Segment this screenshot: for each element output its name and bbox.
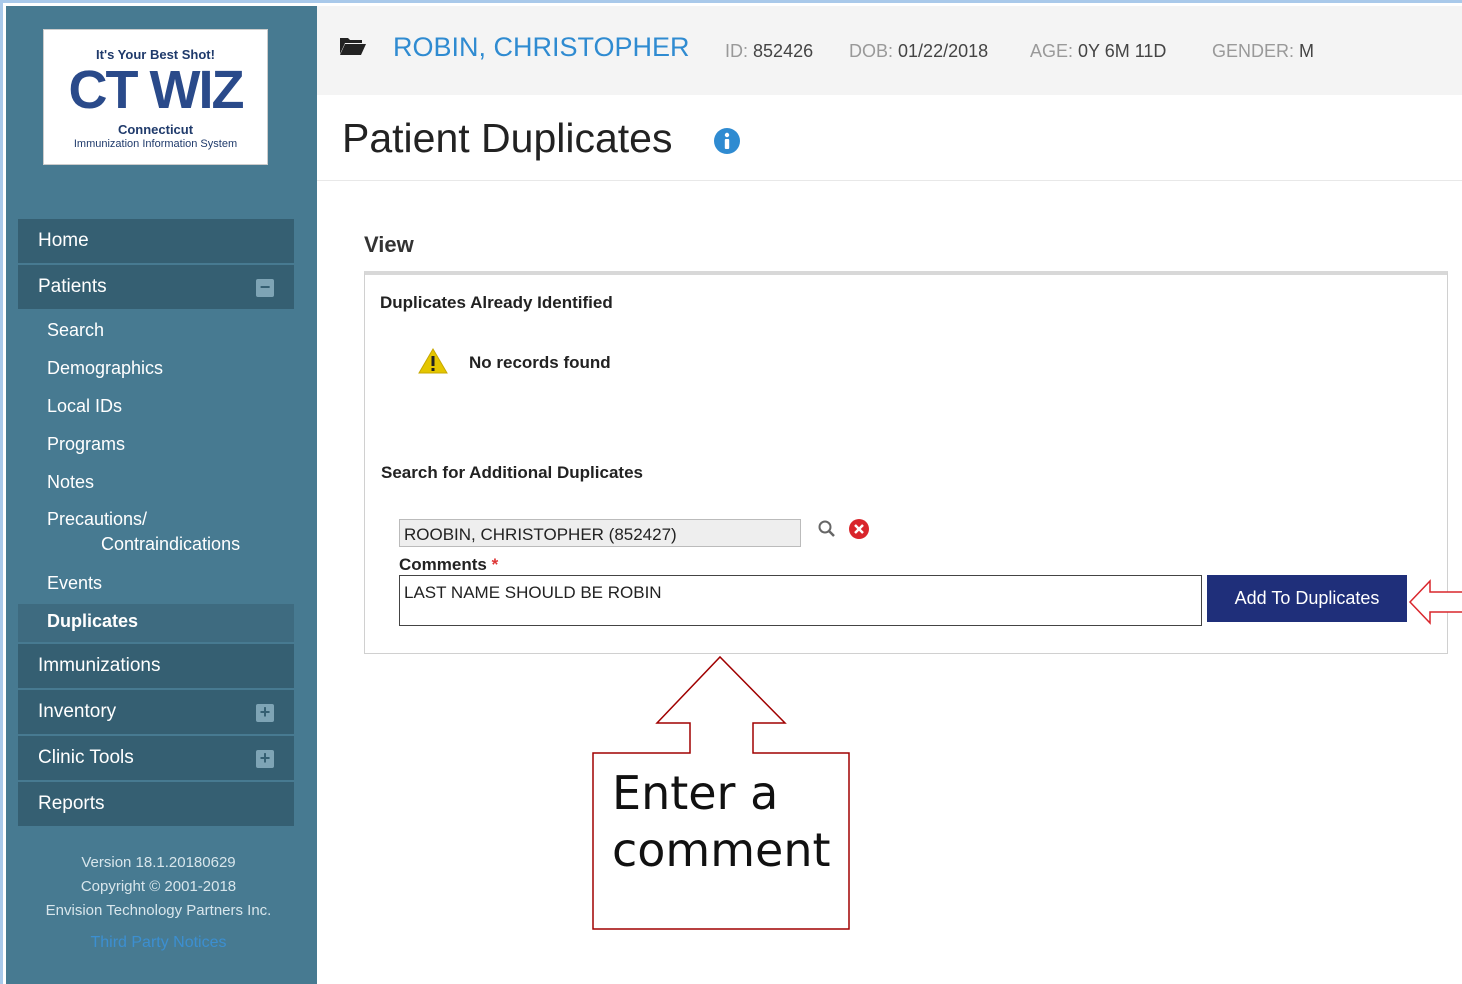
nav-clinic-tools-label: Clinic Tools — [38, 747, 134, 768]
divider — [317, 180, 1462, 181]
annotation-line1: Enter a — [612, 766, 779, 820]
nav-patients-label: Patients — [38, 276, 107, 297]
nav-immunizations[interactable]: Immunizations — [18, 644, 294, 690]
view-label: View — [364, 232, 414, 257]
add-to-duplicates-button[interactable]: Add To Duplicates — [1207, 575, 1407, 622]
version-text: Version 18.1.20180629 — [81, 854, 236, 871]
required-mark: * — [491, 555, 499, 574]
logo-state: Connecticut — [117, 122, 194, 137]
id-label: ID: — [725, 41, 749, 61]
nav-clinic-tools[interactable]: Clinic Tools + — [18, 736, 294, 782]
search-icon[interactable] — [817, 519, 837, 544]
main-nav: Home Patients − Search Demographics Loca… — [18, 219, 294, 828]
duplicates-identified-heading: Duplicates Already Identified — [380, 293, 613, 312]
folder-open-icon — [339, 36, 367, 61]
nav-precautions[interactable]: Precautions/ Contraindications — [18, 503, 294, 566]
nav-precautions-line1: Precautions/ — [47, 509, 148, 529]
patient-gender: GENDER: M — [1212, 41, 1314, 62]
nav-home[interactable]: Home — [18, 219, 294, 265]
dob-value: 01/22/2018 — [898, 41, 989, 61]
comments-field[interactable]: LAST NAME SHOULD BE ROBIN — [399, 575, 1202, 626]
nav-precautions-line2: Contraindications — [101, 534, 241, 554]
patient-age: AGE: 0Y 6M 11D — [1030, 41, 1166, 62]
copyright-text: Copyright © 2001-2018 — [80, 878, 237, 895]
company-text: Envision Technology Partners Inc. — [45, 902, 272, 919]
ctwiz-logo[interactable]: It's Your Best Shot! CT WIZ Connecticut … — [43, 29, 268, 165]
nav-notes[interactable]: Notes — [18, 465, 294, 503]
nav-reports[interactable]: Reports — [18, 782, 294, 828]
annotation-text: Enter a comment — [612, 765, 831, 879]
nav-inventory-label: Inventory — [38, 701, 117, 722]
id-value: 852426 — [753, 41, 814, 61]
nav-demographics[interactable]: Demographics — [18, 351, 294, 389]
info-icon[interactable] — [713, 127, 741, 160]
expand-icon[interactable]: + — [256, 703, 274, 722]
collapse-icon[interactable]: − — [256, 278, 274, 297]
nav-duplicates[interactable]: Duplicates — [18, 604, 294, 642]
nav-search[interactable]: Search — [18, 313, 294, 351]
comments-label-text: Comments — [399, 555, 487, 574]
sidebar: It's Your Best Shot! CT WIZ Connecticut … — [6, 6, 317, 984]
nav-local-ids[interactable]: Local IDs — [18, 389, 294, 427]
comments-label: Comments * — [399, 555, 498, 575]
dob-label: DOB: — [849, 41, 894, 61]
patients-submenu: Search Demographics Local IDs Programs N… — [18, 311, 294, 644]
gender-label: GENDER: — [1212, 41, 1295, 61]
nav-patients[interactable]: Patients − — [18, 265, 294, 311]
logo-wordmark: CT WIZ — [68, 60, 245, 120]
nav-programs[interactable]: Programs — [18, 427, 294, 465]
annotation-arrow-left-icon — [1408, 579, 1462, 630]
page-title: Patient Duplicates — [342, 115, 673, 161]
logo-system: Immunization Information System — [73, 138, 238, 150]
version-info: Version 18.1.20180629 Copyright © 2001-2… — [6, 851, 311, 923]
patient-id: ID: 852426 — [725, 41, 813, 62]
age-value: 0Y 6M 11D — [1078, 41, 1167, 61]
search-duplicates-heading: Search for Additional Duplicates — [381, 463, 643, 482]
nav-inventory[interactable]: Inventory + — [18, 690, 294, 736]
patient-dob: DOB: 01/22/2018 — [849, 41, 988, 62]
no-records-message: No records found — [469, 353, 611, 372]
warning-icon — [417, 347, 449, 380]
patient-search-field[interactable]: ROOBIN, CHRISTOPHER (852427) — [399, 519, 801, 547]
clear-icon[interactable] — [848, 518, 870, 545]
age-label: AGE: — [1030, 41, 1074, 61]
nav-events[interactable]: Events — [18, 566, 294, 604]
duplicates-panel: Duplicates Already Identified No records… — [364, 271, 1448, 654]
third-party-link[interactable]: Third Party Notices — [6, 934, 311, 952]
expand-icon[interactable]: + — [256, 749, 274, 768]
annotation-line2: comment — [612, 823, 831, 877]
patient-header: ROBIN, CHRISTOPHER ID: 852426 DOB: 01/22… — [317, 6, 1462, 95]
patient-name[interactable]: ROBIN, CHRISTOPHER — [393, 32, 690, 63]
gender-value: M — [1299, 41, 1315, 61]
